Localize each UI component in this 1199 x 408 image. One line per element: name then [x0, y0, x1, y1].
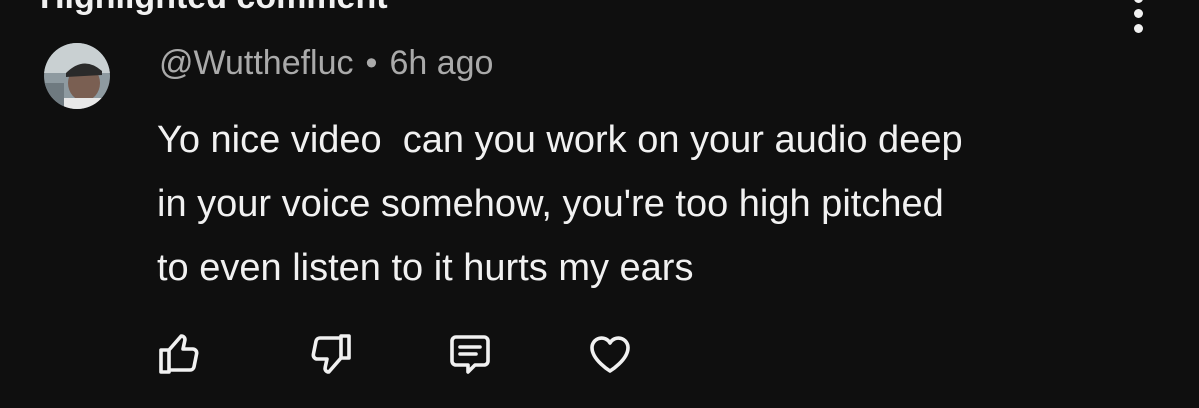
- comment-author[interactable]: @Wutthefluc: [159, 44, 354, 82]
- like-button[interactable]: [155, 330, 203, 378]
- thumbs-down-icon: [311, 334, 351, 374]
- reply-button[interactable]: [446, 330, 494, 378]
- more-options-icon[interactable]: [1132, 0, 1144, 33]
- meta-separator: •: [365, 44, 378, 82]
- comment-time[interactable]: 6h ago: [389, 44, 493, 82]
- section-title: Highlighted comment: [40, 0, 388, 17]
- comment-meta: @Wutthefluc • 6h ago: [159, 44, 493, 83]
- heart-button[interactable]: [586, 330, 634, 378]
- dislike-button[interactable]: [307, 330, 355, 378]
- thumbs-up-icon: [159, 334, 199, 374]
- heart-icon: [590, 336, 630, 373]
- reply-comment-icon: [450, 335, 490, 374]
- avatar[interactable]: [44, 43, 110, 109]
- comment-line: to even listen to it hurts my ears: [157, 247, 694, 289]
- comment-line: Yo nice video can you work on your audio…: [157, 119, 963, 161]
- comment-line: in your voice somehow, you're too high p…: [157, 183, 944, 225]
- avatar-image: [44, 43, 110, 109]
- comment-text: Yo nice video can you work on your audio…: [157, 108, 1147, 300]
